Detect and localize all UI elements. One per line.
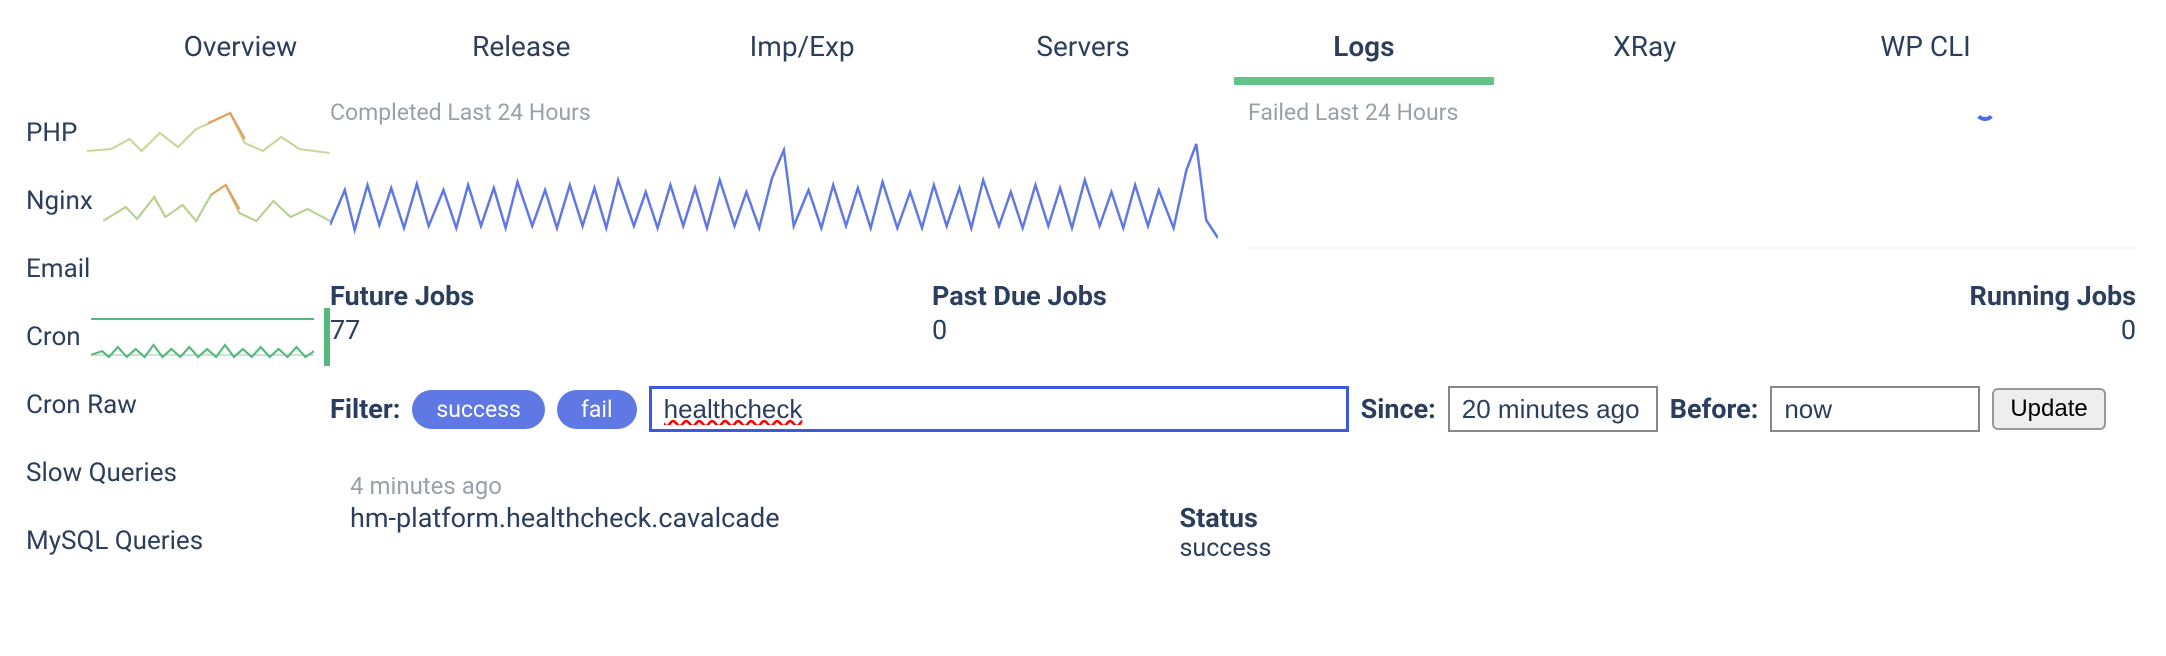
sidebar-item-php[interactable]: PHP (20, 99, 330, 167)
chart-failed-label: Failed Last 24 Hours (1248, 99, 2136, 126)
stat-value: 0 (932, 314, 1534, 346)
sidebar-item-label: Cron Raw (26, 390, 137, 420)
sidebar-item-label: Cron (26, 322, 81, 352)
chart-completed: Completed Last 24 Hours (330, 99, 1218, 250)
tab-xray[interactable]: XRay (1504, 30, 1785, 79)
sidebar-item-cron[interactable]: Cron (20, 303, 330, 371)
sidebar-item-label: PHP (26, 118, 77, 148)
sidebar-item-label: Email (26, 254, 90, 284)
stat-label: Running Jobs (1534, 280, 2136, 312)
sidebar-item-cron-raw[interactable]: Cron Raw (20, 371, 330, 439)
stat-value: 0 (1534, 314, 2136, 346)
since-label: Since: (1361, 393, 1436, 425)
sidebar-item-label: Slow Queries (26, 458, 177, 488)
chart-completed-label: Completed Last 24 Hours (330, 99, 1218, 126)
since-input[interactable] (1448, 386, 1658, 432)
sidebar-item-mysql-queries[interactable]: MySQL Queries (20, 507, 330, 575)
log-entry[interactable]: 4 minutes ago hm-platform.healthcheck.ca… (330, 472, 2136, 563)
filter-input[interactable] (649, 386, 1349, 432)
chart-line-icon (1248, 130, 2136, 250)
tab-servers[interactable]: Servers (943, 30, 1224, 79)
sidebar-item-label: MySQL Queries (26, 526, 203, 556)
tab-overview[interactable]: Overview (100, 30, 381, 79)
stat-label: Past Due Jobs (932, 280, 1534, 312)
log-sidebar: PHP Nginx Email Cron Cron Raw (20, 99, 330, 575)
chart-failed: Failed Last 24 Hours (1248, 99, 2136, 250)
filter-pill-success[interactable]: success (412, 390, 545, 429)
log-status-label: Status (1180, 502, 1272, 534)
tab-release[interactable]: Release (381, 30, 662, 79)
filter-label: Filter: (330, 393, 400, 425)
filter-pill-fail[interactable]: fail (557, 390, 637, 429)
before-label: Before: (1670, 393, 1759, 425)
stat-value: 77 (330, 314, 932, 346)
log-status-value: success (1180, 534, 1272, 563)
stat-label: Future Jobs (330, 280, 932, 312)
sidebar-item-nginx[interactable]: Nginx (20, 167, 330, 235)
update-button[interactable]: Update (1992, 388, 2105, 430)
before-input[interactable] (1770, 386, 1980, 432)
top-tabs: Overview Release Imp/Exp Servers Logs XR… (0, 0, 2166, 89)
sidebar-item-slow-queries[interactable]: Slow Queries (20, 439, 330, 507)
tab-wp-cli[interactable]: WP CLI (1785, 30, 2066, 79)
sparkline-icon (87, 109, 330, 157)
log-timestamp: 4 minutes ago (350, 472, 2136, 500)
sidebar-item-label: Nginx (26, 186, 93, 216)
log-name: hm-platform.healthcheck.cavalcade (350, 502, 780, 534)
tab-imp-exp[interactable]: Imp/Exp (662, 30, 943, 79)
sidebar-item-email[interactable]: Email (20, 235, 330, 303)
content-area: Completed Last 24 Hours Failed Last 24 H… (330, 99, 2166, 575)
chart-line-icon (330, 130, 1218, 250)
stat-pastdue-jobs: Past Due Jobs 0 (932, 280, 1534, 346)
stat-future-jobs: Future Jobs 77 (330, 280, 932, 346)
sparkline-icon (91, 313, 314, 361)
sparkline-icon (103, 177, 330, 225)
loading-spinner-icon (1974, 99, 1996, 121)
tab-logs[interactable]: Logs (1223, 30, 1504, 79)
stat-running-jobs: Running Jobs 0 (1534, 280, 2136, 346)
